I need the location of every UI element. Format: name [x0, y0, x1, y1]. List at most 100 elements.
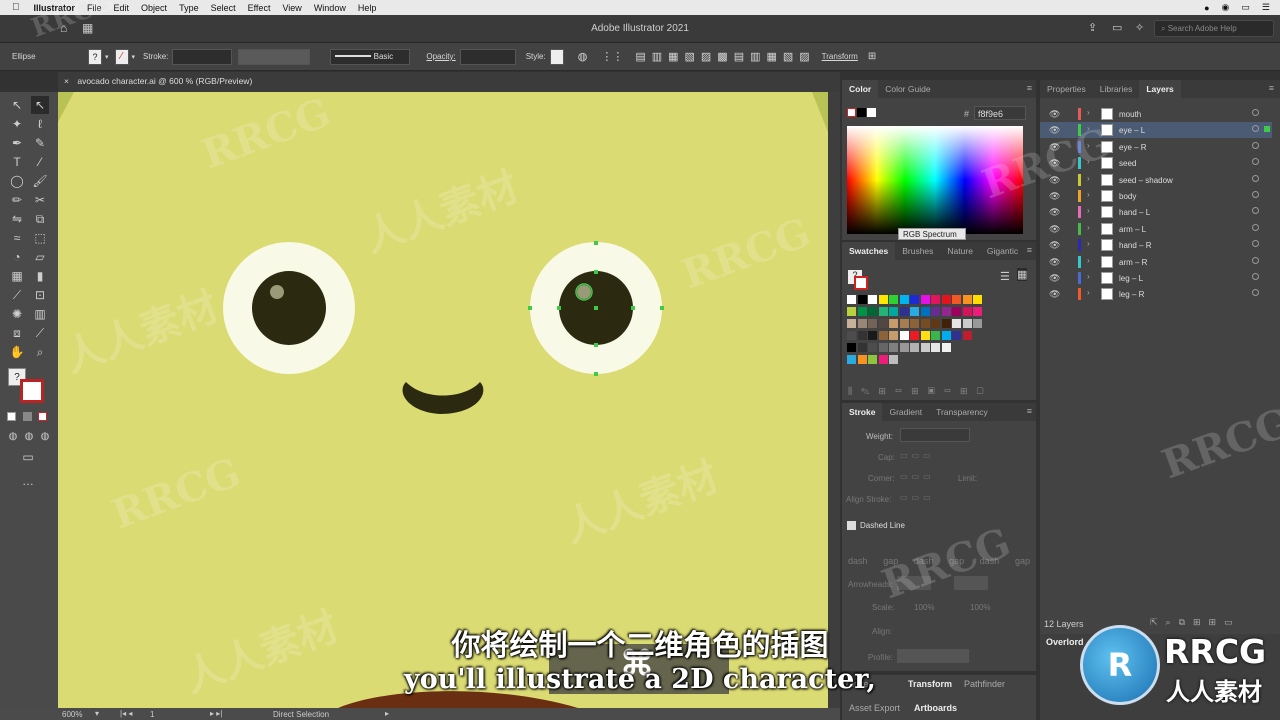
reflect-icon[interactable]: ⇋ [8, 210, 26, 228]
tab-swatches[interactable]: Swatches [842, 242, 896, 260]
scale-start[interactable]: 100% [914, 603, 934, 612]
layer-name[interactable]: seed [1119, 159, 1136, 168]
color-swatch[interactable] [857, 331, 867, 340]
color-swatch[interactable] [878, 307, 888, 316]
scale-end[interactable]: 100% [970, 603, 990, 612]
mouth[interactable] [402, 382, 484, 414]
chevron-down-icon[interactable]: ▾ [132, 53, 136, 61]
help-search-input[interactable]: ⌕ Search Adobe Help [1154, 20, 1274, 37]
scale-icon[interactable]: ⧉ [31, 210, 49, 228]
graphic-style-swatch[interactable] [549, 48, 564, 65]
target-circle-icon[interactable] [1252, 223, 1259, 231]
target-circle-icon[interactable] [1252, 240, 1259, 248]
align-icons[interactable]: ▤▥▦▧▨▩▤▥▦▧▨ [635, 50, 815, 63]
dashed-line-checkbox[interactable] [847, 521, 856, 530]
menu-view[interactable]: View [282, 3, 301, 13]
color-swatch[interactable] [973, 295, 982, 304]
color-swatch[interactable] [962, 295, 972, 304]
layer-row[interactable]: 👁 › leg – L [1040, 270, 1272, 286]
color-swatch[interactable] [847, 307, 856, 316]
color-swatch[interactable] [889, 343, 898, 352]
color-swatch[interactable] [878, 319, 888, 328]
artboard-icon[interactable]: ⧈ [8, 324, 26, 342]
gradient-mode-icon[interactable] [23, 412, 32, 421]
weight-field[interactable] [900, 428, 970, 442]
apple-icon[interactable]:  [12, 2, 20, 13]
layer-name[interactable]: hand – R [1119, 241, 1151, 250]
paintbrush-icon[interactable]: 🖌 [31, 172, 49, 190]
color-swatch[interactable] [941, 331, 951, 340]
tab-color[interactable]: Color [842, 80, 879, 98]
arrange-icon[interactable]: ▭ [1112, 21, 1122, 34]
color-swatch[interactable] [878, 331, 888, 340]
hex-field[interactable]: f8f9e6 [974, 106, 1026, 120]
target-circle-icon[interactable] [1252, 125, 1259, 133]
color-swatch[interactable] [952, 295, 961, 304]
visibility-eye-icon[interactable]: 👁 [1049, 207, 1060, 218]
tab-gigantic[interactable]: Gigantic [980, 242, 1025, 260]
stroke-color-icon[interactable] [20, 379, 44, 403]
vertical-scrollbar[interactable] [828, 92, 840, 708]
current-stroke-swatch[interactable] [854, 276, 868, 290]
color-swatch[interactable] [868, 307, 877, 316]
color-swatch[interactable] [878, 295, 888, 304]
panel-menu-icon[interactable]: ≡ [1027, 83, 1032, 93]
color-swatch[interactable] [878, 343, 888, 352]
expand-arrow-icon[interactable]: › [1087, 108, 1090, 117]
center-point[interactable] [594, 306, 598, 310]
target-circle-icon[interactable] [1252, 109, 1259, 116]
layer-row[interactable]: 👁 › mouth [1040, 106, 1272, 122]
anchor-point[interactable] [660, 306, 664, 310]
layer-row[interactable]: 👁 › hand – L [1040, 204, 1272, 220]
layer-name[interactable]: arm – L [1119, 225, 1146, 234]
black-color-icon[interactable] [857, 108, 866, 117]
anchor-point[interactable] [557, 306, 561, 310]
menu-effect[interactable]: Effect [248, 3, 271, 13]
tab-brushes[interactable]: Brushes [895, 242, 940, 260]
opacity-field[interactable] [459, 48, 516, 65]
align-stroke-buttons[interactable]: ▭▭▭ [900, 493, 935, 502]
anchor-point[interactable] [594, 241, 598, 245]
scissors-icon[interactable]: ✂ [31, 191, 49, 209]
tab-stroke[interactable]: Stroke [842, 403, 883, 421]
gradient-icon[interactable]: ▮ [31, 267, 49, 285]
ellipse-tool-icon[interactable]: ◯ [8, 172, 26, 190]
color-swatch[interactable] [952, 307, 961, 316]
layer-row[interactable]: 👁 › arm – L [1040, 221, 1272, 237]
expand-arrow-icon[interactable]: › [1087, 174, 1090, 183]
target-circle-icon[interactable] [1252, 141, 1259, 149]
fill-swatch[interactable]: ? [88, 48, 102, 65]
none-color-icon[interactable] [847, 108, 856, 117]
target-circle-icon[interactable] [1252, 207, 1259, 215]
expand-arrow-icon[interactable]: › [1087, 272, 1090, 281]
color-swatch[interactable] [910, 295, 919, 304]
color-swatch[interactable] [910, 307, 919, 316]
menu-type[interactable]: Type [179, 3, 199, 13]
color-swatch[interactable] [941, 319, 951, 328]
share-icon[interactable]: ⇪ [1088, 21, 1097, 34]
layer-name[interactable]: arm – R [1119, 258, 1147, 267]
brush-definition[interactable]: Basic [330, 48, 411, 65]
layer-name[interactable]: mouth [1119, 110, 1141, 119]
color-swatch[interactable] [889, 295, 898, 304]
tab-libraries[interactable]: Libraries [1093, 80, 1140, 98]
target-circle-icon[interactable] [1252, 158, 1259, 166]
target-circle-icon[interactable] [1252, 191, 1259, 198]
color-swatch[interactable] [973, 307, 982, 316]
layer-name[interactable]: body [1119, 192, 1136, 201]
list-view-icon[interactable]: ☰ [1000, 270, 1010, 283]
eyedropper-icon[interactable]: ⟋ [8, 286, 26, 304]
color-swatch[interactable] [878, 355, 888, 364]
panel-menu-icon[interactable]: ≡ [1027, 406, 1032, 416]
chevron-down-icon[interactable]: ▾ [105, 53, 109, 61]
color-swatch[interactable] [920, 295, 930, 304]
color-swatch[interactable] [920, 343, 930, 352]
none-mode-icon[interactable] [38, 412, 47, 421]
stroke-weight-field[interactable] [172, 48, 233, 65]
target-circle-icon[interactable] [1252, 174, 1259, 182]
tab-asset-export[interactable]: Asset Export [849, 703, 900, 713]
mesh-icon[interactable]: ▦ [8, 267, 26, 285]
expand-arrow-icon[interactable]: › [1087, 239, 1090, 248]
white-color-icon[interactable] [867, 108, 876, 117]
color-swatch[interactable] [941, 307, 951, 316]
